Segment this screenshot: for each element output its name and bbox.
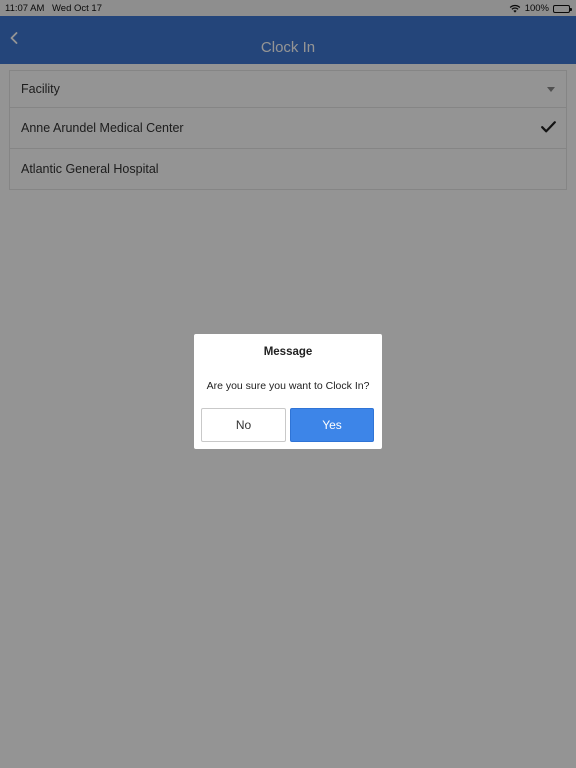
no-button[interactable]: No (201, 408, 286, 442)
dialog-title: Message (263, 346, 313, 358)
confirm-dialog: Message Are you sure you want to Clock I… (194, 334, 382, 449)
yes-button[interactable]: Yes (290, 408, 374, 442)
screen: 11:07 AM Wed Oct 17 100% Clock In Facili… (0, 0, 576, 768)
dialog-message: Are you sure you want to Clock In? (206, 380, 370, 392)
